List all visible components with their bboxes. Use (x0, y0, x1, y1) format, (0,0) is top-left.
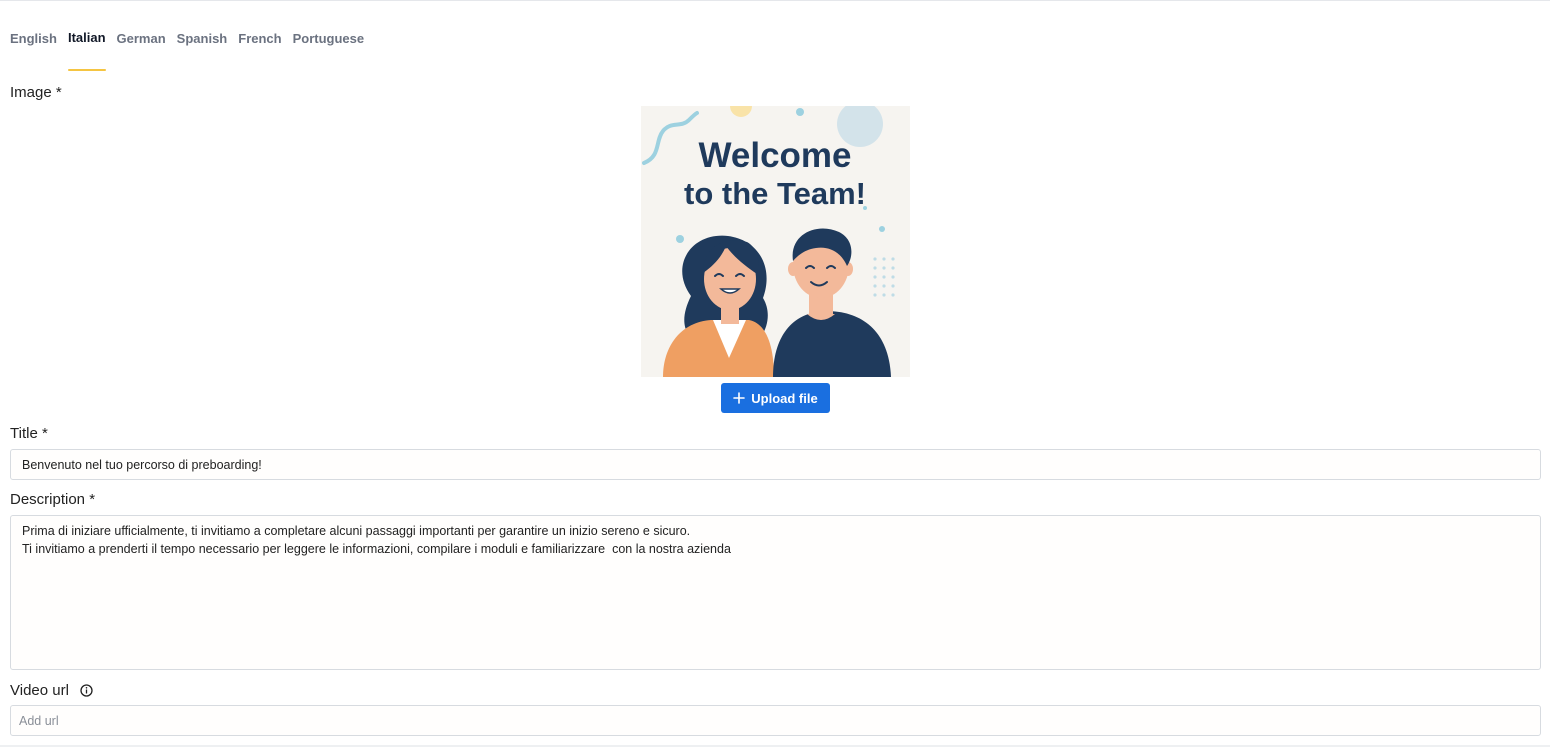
tab-german[interactable]: German (117, 21, 166, 71)
preview-line1: Welcome (698, 136, 851, 175)
tab-english[interactable]: English (10, 21, 57, 71)
plus-icon (733, 392, 746, 404)
video-url-input[interactable] (10, 705, 1541, 736)
description-label: Description * (10, 491, 96, 508)
tab-portuguese[interactable]: Portuguese (293, 21, 365, 71)
description-textarea[interactable]: Prima di iniziare ufficialmente, ti invi… (10, 515, 1541, 670)
language-tabs: English Italian German Spanish French Po… (10, 21, 364, 71)
video-url-label: Video url (10, 682, 69, 699)
image-label: Image * (10, 84, 62, 101)
preview-line2: to the Team! (684, 176, 866, 211)
title-label: Title * (10, 425, 48, 442)
image-preview: Welcome to the Team! (641, 106, 910, 377)
welcome-illustration: Welcome to the Team! (641, 106, 910, 377)
upload-file-label: Upload file (751, 390, 818, 406)
title-input[interactable] (10, 449, 1541, 480)
info-icon[interactable] (80, 684, 93, 697)
tab-spanish[interactable]: Spanish (177, 21, 228, 71)
tab-french[interactable]: French (238, 21, 281, 71)
tab-italian[interactable]: Italian (67, 21, 106, 71)
upload-file-button[interactable]: Upload file (721, 383, 830, 413)
